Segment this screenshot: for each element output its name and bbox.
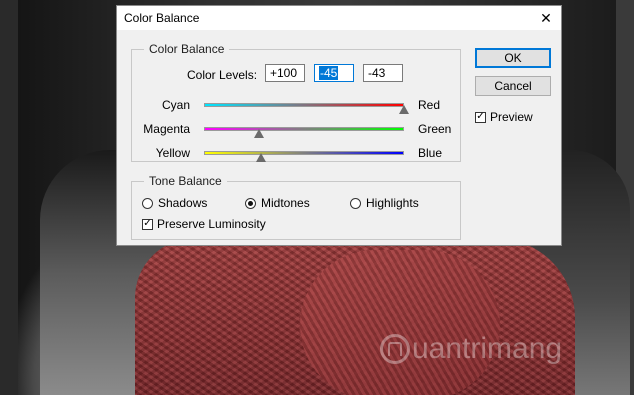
tone-balance-group-label: Tone Balance bbox=[144, 174, 227, 188]
canvas-border-left bbox=[0, 0, 18, 395]
highlights-label: Highlights bbox=[366, 196, 419, 210]
color-balance-dialog: Color Balance ✕ Color Balance Color Leve… bbox=[116, 5, 562, 246]
yellow-label: Yellow bbox=[155, 146, 190, 160]
watermark-text: uantrimang bbox=[412, 332, 563, 365]
color-level-3-input[interactable]: -43 bbox=[363, 64, 403, 82]
cyan-red-slider-thumb[interactable] bbox=[399, 105, 409, 114]
shadows-label: Shadows bbox=[158, 196, 208, 210]
watermark: uantrimang bbox=[380, 332, 562, 366]
tone-balance-group: Tone Balance Shadows Midtones Highlights… bbox=[131, 174, 461, 240]
color-level-2-selection: -45 bbox=[319, 66, 339, 80]
preserve-luminosity-check-icon: ✓ bbox=[142, 218, 153, 230]
green-label: Green bbox=[418, 122, 452, 136]
magenta-green-slider-thumb[interactable] bbox=[254, 129, 264, 138]
color-levels-label: Color Levels: bbox=[187, 68, 258, 82]
color-level-1-input[interactable]: +100 bbox=[265, 64, 305, 82]
dialog-titlebar[interactable]: Color Balance ✕ bbox=[117, 6, 561, 30]
midtones-label: Midtones bbox=[261, 196, 310, 210]
ok-button[interactable]: OK bbox=[475, 48, 551, 68]
cyan-label: Cyan bbox=[161, 98, 190, 112]
preserve-luminosity-label: Preserve Luminosity bbox=[157, 217, 266, 231]
color-balance-group-label: Color Balance bbox=[144, 42, 230, 56]
cyan-red-row: Cyan Red bbox=[132, 98, 462, 114]
yellow-blue-slider-track[interactable] bbox=[204, 151, 404, 155]
cyan-red-slider-track[interactable] bbox=[204, 103, 404, 107]
close-icon[interactable]: ✕ bbox=[531, 6, 561, 30]
shadows-radio[interactable]: Shadows bbox=[142, 196, 207, 210]
scarf-fold bbox=[300, 250, 500, 395]
magenta-label: Magenta bbox=[143, 122, 190, 136]
magenta-green-row: Magenta Green bbox=[132, 122, 462, 138]
midtones-radio-circle bbox=[245, 197, 256, 209]
red-label: Red bbox=[418, 98, 441, 112]
cancel-button[interactable]: Cancel bbox=[475, 76, 551, 96]
blue-label: Blue bbox=[418, 146, 443, 160]
yellow-blue-row: Yellow Blue bbox=[132, 146, 462, 162]
watermark-logo-icon bbox=[380, 334, 410, 364]
highlights-radio[interactable]: Highlights bbox=[350, 196, 419, 210]
magenta-green-slider-track[interactable] bbox=[204, 127, 404, 131]
preserve-luminosity-checkbox[interactable]: ✓ Preserve Luminosity bbox=[142, 217, 266, 231]
color-balance-group: Color Balance Color Levels: +100 -45 -43… bbox=[131, 42, 462, 162]
dialog-title: Color Balance bbox=[124, 11, 200, 25]
midtones-radio[interactable]: Midtones bbox=[245, 196, 310, 210]
preview-check-icon: ✓ bbox=[475, 111, 486, 123]
shadows-radio-circle bbox=[142, 197, 153, 209]
preview-label: Preview bbox=[490, 110, 533, 124]
yellow-blue-slider-thumb[interactable] bbox=[256, 153, 266, 162]
highlights-radio-circle bbox=[350, 197, 361, 209]
color-level-2-input[interactable]: -45 bbox=[314, 64, 354, 82]
preview-checkbox[interactable]: ✓ Preview bbox=[475, 110, 533, 124]
